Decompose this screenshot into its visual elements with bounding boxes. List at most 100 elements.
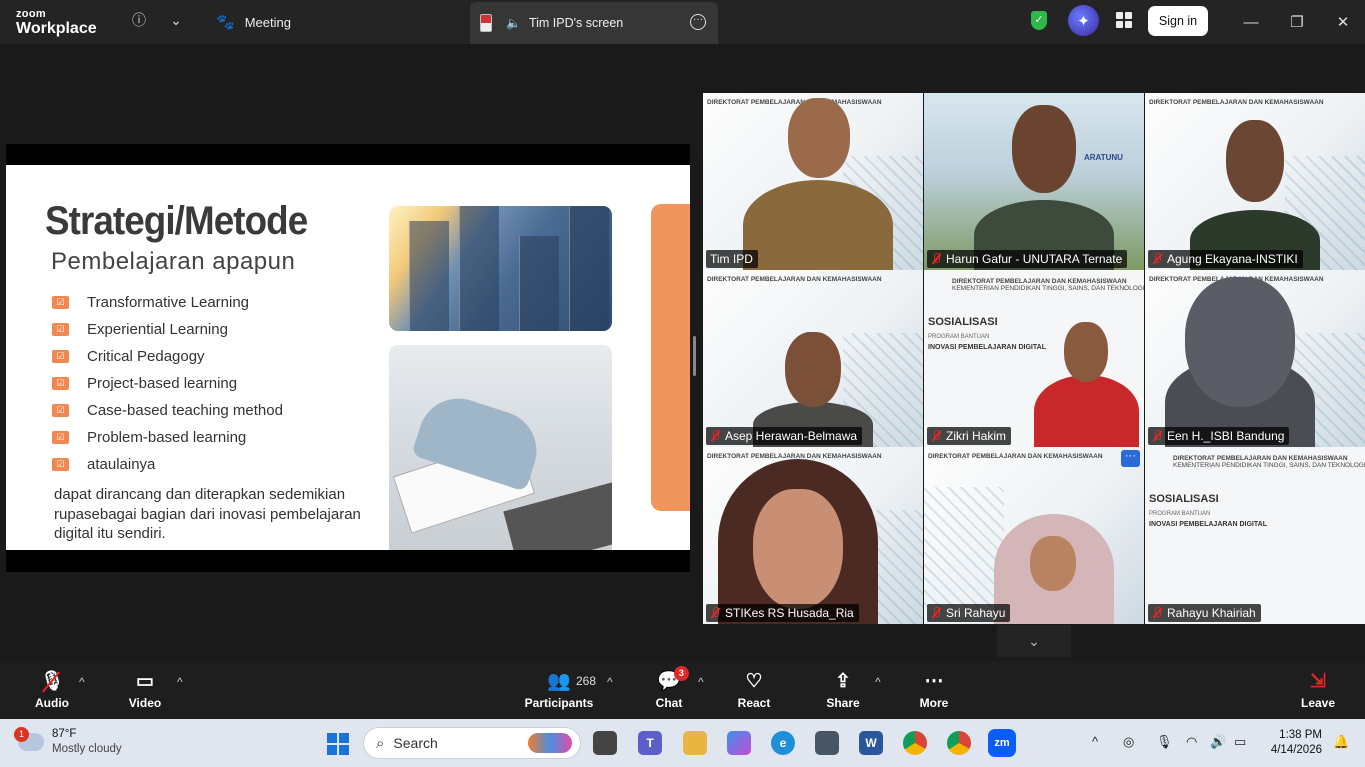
chrome-profile-icon[interactable] (947, 731, 971, 755)
mic-muted-icon (710, 607, 720, 619)
chevron-down-icon[interactable]: ⌄ (166, 10, 186, 30)
video-tile-zikri-hakim[interactable]: DIREKTORAT PEMBELAJARAN DAN KEMAHASISWAA… (924, 270, 1144, 447)
tile-inovasi: INOVASI PEMBELAJARAN DIGITAL (1149, 521, 1267, 528)
volume-icon[interactable]: 🔊 (1210, 734, 1226, 750)
windows-taskbar: 1 87°F Mostly cloudy ⌕ Search T e W zm ^… (0, 719, 1365, 767)
brand-top: zoom (16, 8, 46, 20)
react-button[interactable]: ♡ React (734, 661, 774, 719)
participant-name: Tim IPD (706, 250, 758, 268)
word-icon[interactable]: W (859, 731, 883, 755)
security-shield-icon[interactable]: ✓ (1031, 11, 1047, 30)
task-view-icon[interactable] (593, 731, 617, 755)
video-tile-sri-rahayu[interactable]: DIREKTORAT PEMBELAJARAN DAN KEMAHASISWAA… (924, 447, 1144, 624)
leave-button[interactable]: ⇲ Leave (1300, 661, 1336, 719)
participants-button[interactable]: 👥 Participants (524, 661, 594, 719)
more-options-icon[interactable]: ··· (690, 14, 706, 30)
tray-overflow-icon[interactable]: ^ (1092, 734, 1098, 749)
notifications-icon[interactable]: 🔔 (1333, 734, 1349, 750)
ai-companion-icon[interactable]: ✦ (1068, 5, 1099, 36)
tab-meeting[interactable]: 🐾 Meeting (216, 0, 291, 44)
microphone-icon[interactable]: 🎙 (1156, 734, 1173, 750)
close-icon[interactable]: ✕ (1329, 8, 1357, 36)
split-resize-handle[interactable] (693, 336, 696, 376)
tile-header: DIREKTORAT PEMBELAJARAN DAN KEMAHASISWAA… (928, 453, 1103, 460)
participant-name: Sri Rahayu (927, 604, 1011, 622)
react-label: React (737, 696, 771, 710)
list-item: ☑ Experiential Learning (52, 316, 283, 343)
writing-photo (389, 345, 612, 550)
chat-button[interactable]: 💬 3 Chat (650, 661, 689, 719)
tile-inovasi: INOVASI PEMBELAJARAN DIGITAL (928, 344, 1046, 351)
minimize-icon[interactable]: — (1237, 8, 1265, 36)
sign-in-button[interactable]: Sign in (1148, 6, 1208, 36)
checkbox-icon: ☑ (52, 404, 69, 417)
tab-shared-screen[interactable]: 🔈 Tim IPD's screen ··· (470, 2, 718, 44)
share-caret-icon[interactable]: ^ (875, 675, 881, 689)
mic-muted-icon (931, 430, 941, 442)
maximize-icon[interactable]: ❐ (1283, 8, 1311, 36)
chrome-icon[interactable] (903, 731, 927, 755)
video-tile-harun-gafur[interactable]: ARATUNU Harun Gafur - UNUTARA Ternate (924, 93, 1144, 270)
video-tile-rahayu-khairiah[interactable]: DIREKTORAT PEMBELAJARAN DAN KEMAHASISWAA… (1145, 447, 1365, 624)
search-highlight-icon (528, 733, 572, 753)
gallery-scroll-down-icon[interactable]: ⌄ (997, 625, 1071, 657)
file-explorer-icon[interactable] (683, 731, 707, 755)
video-gallery: DIREKTORAT PEMBELAJARAN DAN KEMAHASISWAA… (703, 93, 1365, 624)
camera-icon: ▭ (136, 671, 154, 692)
speaker-icon: 🔈 (506, 16, 521, 30)
more-button[interactable]: ⋯ More (916, 661, 952, 719)
title-bar: zoom Workplace ⓘ ⌄ 🐾 Meeting 🔈 Tim IPD's… (0, 0, 1365, 44)
battery-icon[interactable]: ▭ (1234, 734, 1246, 750)
video-tile-tim-ipd[interactable]: DIREKTORAT PEMBELAJARAN DAN KEMAHASISWAA… (703, 93, 923, 270)
video-tile-een-h[interactable]: DIREKTORAT PEMBELAJARAN DAN KEMAHASISWAA… (1145, 270, 1365, 447)
search-icon: ⌕ (376, 734, 385, 752)
audio-options-caret-icon[interactable]: ^ (79, 675, 85, 689)
video-tile-stikes-rs-husada[interactable]: DIREKTORAT PEMBELAJARAN DAN KEMAHASISWAA… (703, 447, 923, 624)
participants-caret-icon[interactable]: ^ (607, 675, 613, 689)
paw-icon: 🐾 (216, 14, 235, 31)
apps-grid-icon[interactable] (1116, 12, 1132, 28)
list-item: ☑ Case-based teaching method (52, 397, 283, 424)
tile-more-options-icon[interactable]: ··· (1121, 450, 1140, 467)
participant-name: Harun Gafur - UNUTARA Ternate (927, 250, 1128, 268)
copilot-icon[interactable] (727, 731, 751, 755)
list-item: ☑ Transformative Learning (52, 289, 283, 316)
video-tile-asep-herawan[interactable]: DIREKTORAT PEMBELAJARAN DAN KEMAHASISWAA… (703, 270, 923, 447)
taskbar-search[interactable]: ⌕ Search (363, 727, 581, 759)
list-item: ☑ Critical Pedagogy (52, 343, 283, 370)
wifi-icon[interactable]: ◠ (1186, 734, 1197, 750)
checkbox-icon: ☑ (52, 323, 69, 336)
list-item: ☑ Project-based learning (52, 370, 283, 397)
share-button[interactable]: ⇪ Share (824, 661, 862, 719)
participants-count: 268 (576, 674, 597, 688)
start-button[interactable] (327, 733, 349, 755)
participants-label: Participants (524, 696, 594, 710)
list-item-label: Transformative Learning (87, 294, 250, 311)
video-options-caret-icon[interactable]: ^ (177, 675, 183, 689)
weather-temp: 87°F (52, 728, 77, 740)
audio-label: Audio (35, 696, 69, 710)
weather-widget[interactable]: 1 87°F Mostly cloudy (14, 727, 122, 757)
chat-unread-badge: 3 (673, 666, 689, 681)
shared-screen: Strategi/Metode Pembelajaran apapun ☑ Tra… (6, 144, 690, 572)
cloud-icon: 1 (14, 727, 44, 751)
zoom-logo: zoom Workplace (16, 9, 97, 37)
edge-icon[interactable]: e (771, 731, 795, 755)
slide-body-text: dapat dirancang dan diterapkan sedemikia… (54, 486, 361, 542)
audio-button[interactable]: 🎙 Audio (30, 661, 74, 719)
zoom-app-icon[interactable]: zm (988, 729, 1016, 757)
store-icon[interactable] (815, 731, 839, 755)
list-item-label: ataulainya (87, 456, 156, 473)
info-icon[interactable]: ⓘ (129, 10, 149, 30)
tab-meeting-label: Meeting (244, 14, 291, 30)
tab-screen-label: Tim IPD's screen (528, 16, 624, 30)
network-status-icon[interactable]: ◎ (1123, 734, 1134, 750)
taskbar-clock[interactable]: 1:38 PM 4/14/2026 (1262, 728, 1322, 758)
more-label: More (919, 696, 949, 710)
chat-caret-icon[interactable]: ^ (698, 675, 704, 689)
checkbox-icon: ☑ (52, 296, 69, 309)
participant-name: Zikri Hakim (927, 427, 1011, 445)
teams-icon[interactable]: T (638, 731, 662, 755)
video-tile-agung-ekayana[interactable]: DIREKTORAT PEMBELAJARAN DAN KEMAHASISWAA… (1145, 93, 1365, 270)
video-button[interactable]: ▭ Video (124, 661, 166, 719)
